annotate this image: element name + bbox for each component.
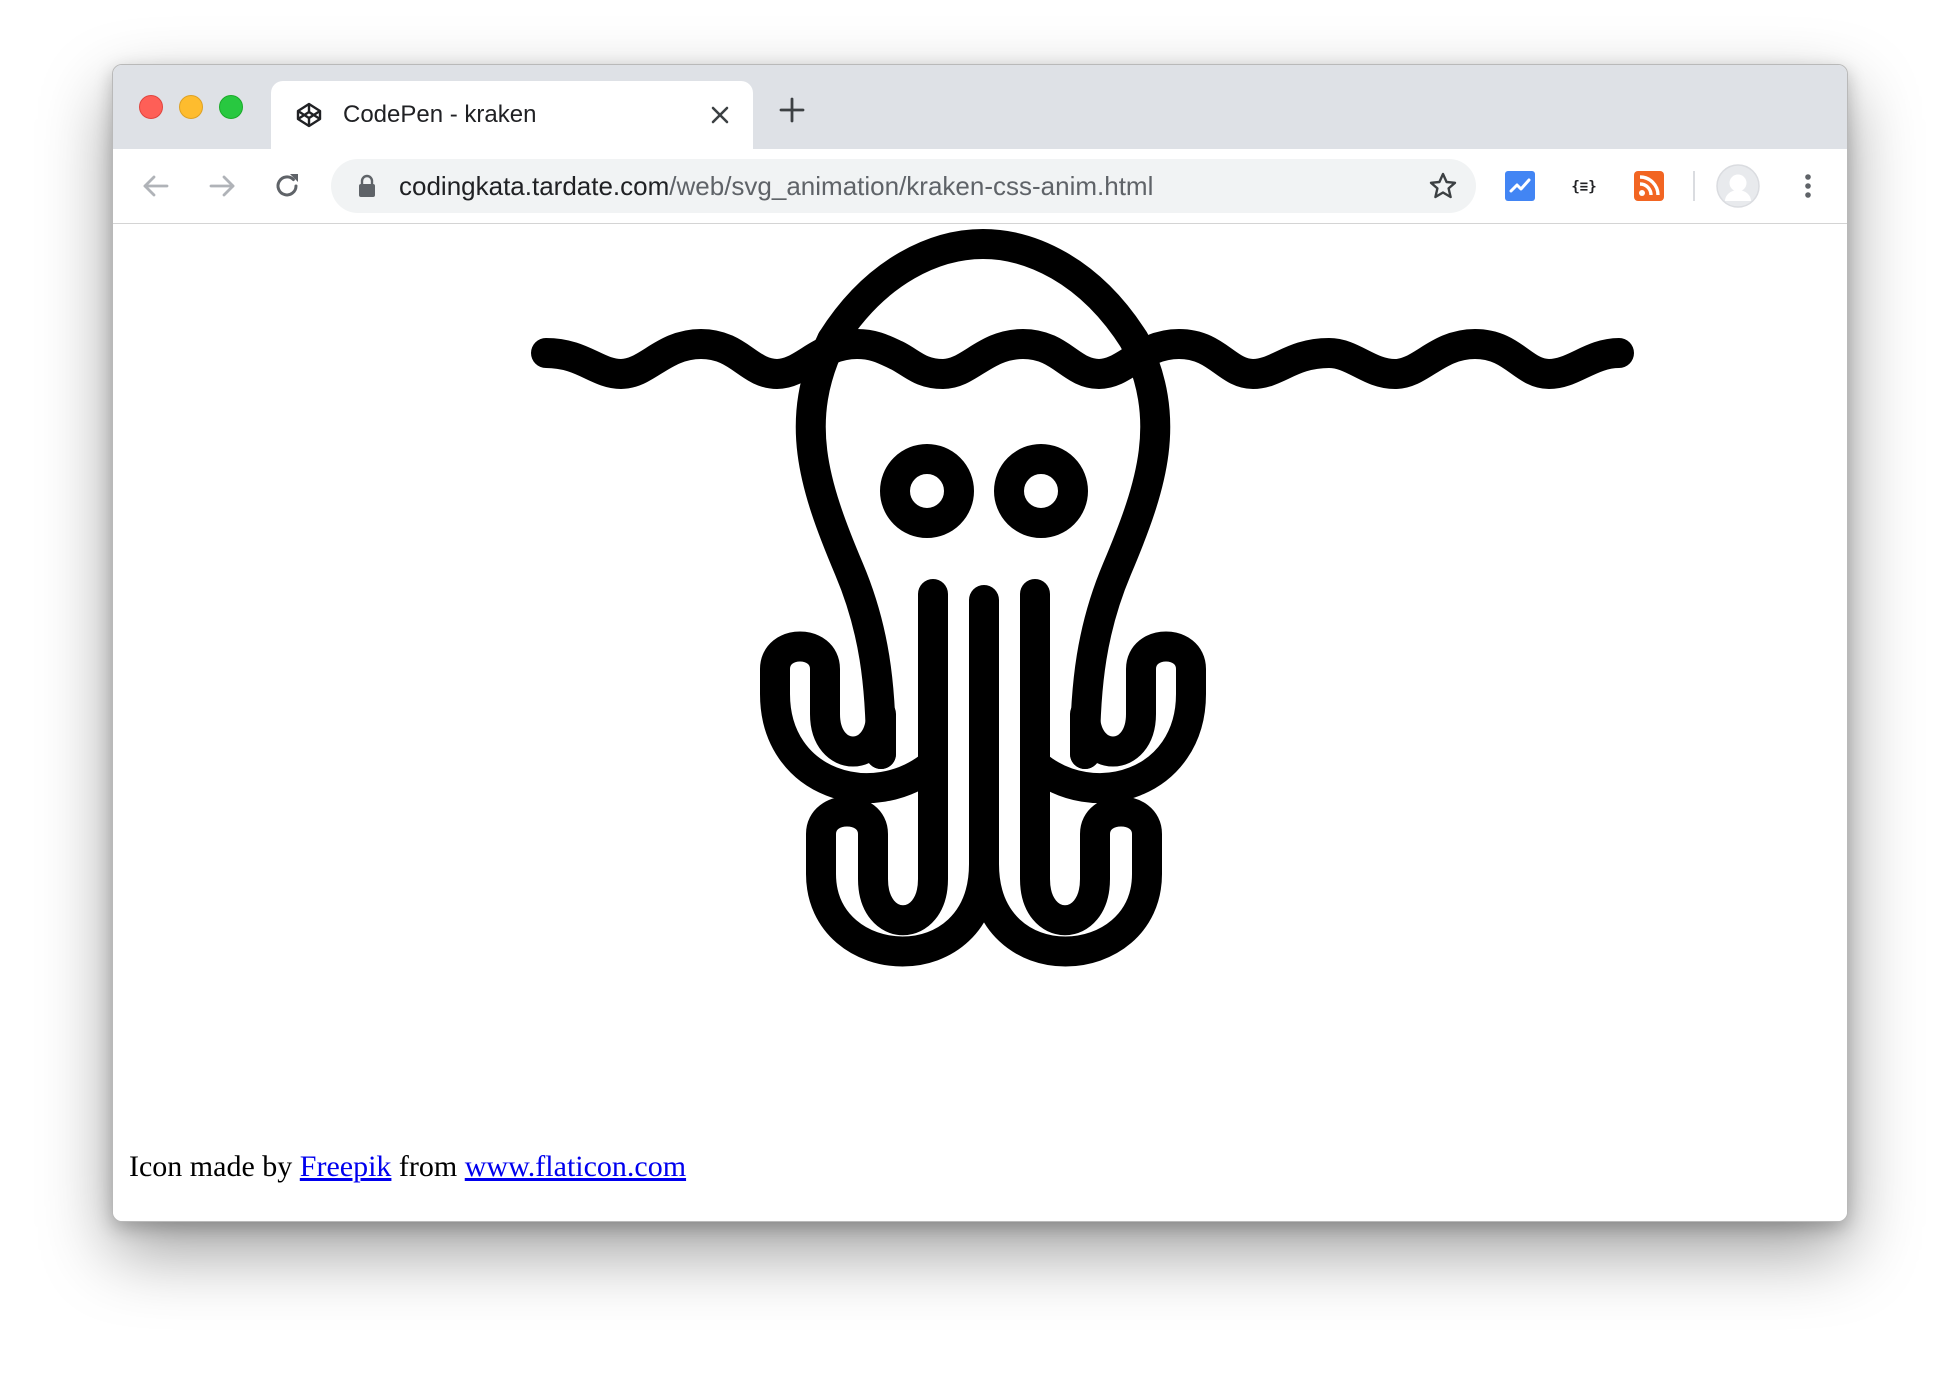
tab-strip: CodePen - kraken [113,65,1847,149]
toolbar-divider [1693,171,1695,201]
credit-prefix: Icon made by [129,1150,300,1183]
chart-extension-icon[interactable] [1503,169,1537,203]
window-minimize-button[interactable] [179,95,203,119]
new-tab-plus-icon[interactable] [777,95,807,125]
browser-toolbar: codingkata.tardate.com/web/svg_animation… [113,149,1847,224]
forward-arrow-icon[interactable] [205,169,239,203]
tab-codepen-kraken[interactable]: CodePen - kraken [271,81,753,149]
lock-icon [359,174,375,197]
bookmark-star-icon[interactable] [1428,171,1458,201]
freepik-link[interactable]: Freepik [300,1150,392,1183]
tab-title: CodePen - kraken [343,101,537,128]
kraken-octopus-icon [531,229,1634,967]
window-close-button[interactable] [139,95,163,119]
address-bar[interactable]: codingkata.tardate.com/web/svg_animation… [331,159,1476,213]
reload-icon[interactable] [270,169,304,203]
page-content: Icon made by Freepik from www.flaticon.c… [113,224,1847,1221]
svg-text:{≡}: {≡} [1571,179,1596,195]
back-arrow-icon[interactable] [139,169,173,203]
browser-window: CodePen - kraken codingkata.tardate.com/… [112,64,1848,1222]
codepen-icon [296,102,322,128]
window-maximize-button[interactable] [219,95,243,119]
rss-feed-icon[interactable] [1632,169,1666,203]
url-host: codingkata.tardate.com [399,171,670,201]
credit-middle: from [391,1150,465,1183]
profile-avatar-icon[interactable] [1716,164,1760,208]
url-text[interactable]: codingkata.tardate.com/web/svg_animation… [399,172,1153,200]
flaticon-link[interactable]: www.flaticon.com [465,1150,686,1183]
json-viewer-icon[interactable]: {≡} [1567,169,1601,203]
more-menu-icon[interactable] [1791,169,1825,203]
tab-close-icon[interactable] [705,100,735,130]
url-path: /web/svg_animation/kraken-css-anim.html [669,171,1154,201]
attribution-text: Icon made by Freepik from www.flaticon.c… [129,1150,686,1184]
